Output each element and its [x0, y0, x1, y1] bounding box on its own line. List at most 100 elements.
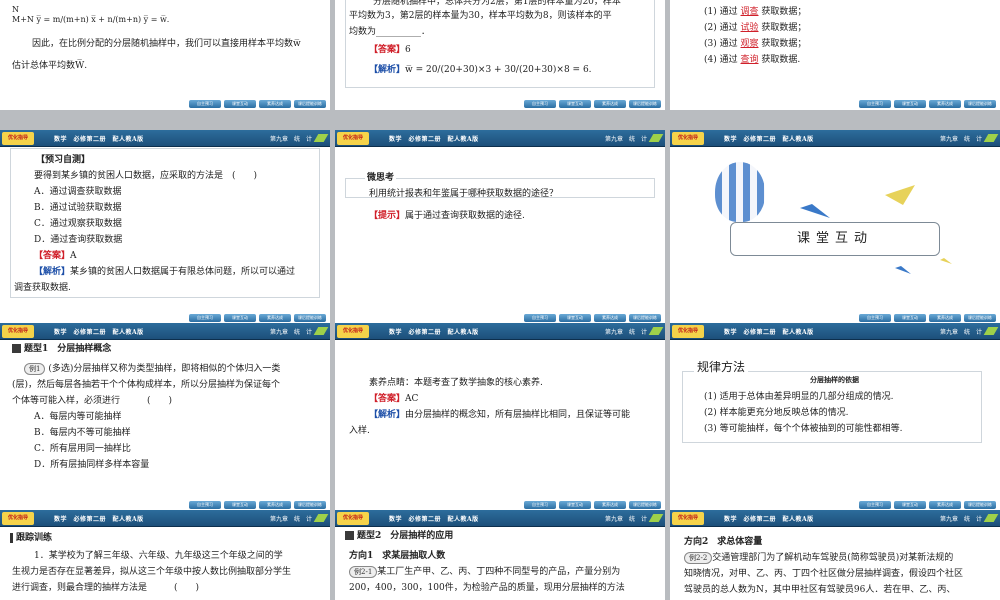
chapter-title: 第九章 统 计 — [604, 135, 647, 143]
nav-button-preview[interactable]: 自主预习 — [859, 314, 891, 322]
nav-button-preview[interactable]: 自主预习 — [524, 100, 556, 108]
slide-10: 优化指导 数学 必修第二册 配人教A版 第九章 统 计 跟踪训练 1．某学校为了… — [0, 510, 330, 600]
chapter-title: 第九章 统 计 — [604, 328, 647, 336]
brand-logo: 优化指导 — [2, 131, 34, 145]
nav-button-literacy[interactable]: 素养达成 — [594, 314, 626, 322]
nav-button-interact[interactable]: 课堂互动 — [224, 501, 256, 509]
pencil-icon — [983, 134, 999, 142]
option-d: D．通过查询获取数据 — [34, 235, 123, 245]
nav-button-training[interactable]: 课后提能训练 — [964, 100, 996, 108]
direction-title: 方向2 求总体容量 — [684, 537, 763, 547]
nav-button-training[interactable]: 课后提能训练 — [629, 100, 661, 108]
book-title: 数学 必修第二册 配人教A版 — [54, 515, 144, 523]
hint-line: 【提示】属于通过查询获取数据的途径. — [369, 211, 525, 221]
nav-button-preview[interactable]: 自主预习 — [189, 314, 221, 322]
question-line-1: 1．某学校为了解三年级、六年级、九年级这三个年级之间的学 — [34, 551, 283, 561]
explanation-line: 【解析】w̅ = 20/(20+30)×3 + 30/(20+30)×8 = 6… — [369, 65, 592, 75]
nav-button-training[interactable]: 课后提能训练 — [629, 501, 661, 509]
nav-button-preview[interactable]: 自主预习 — [189, 100, 221, 108]
slide-6: 优化指导 数学 必修第二册 配人教A版 第九章 统 计 课堂互动 自主预习 课堂… — [670, 130, 1000, 324]
paper-plane-icon — [800, 204, 830, 218]
nav-button-interact[interactable]: 课堂互动 — [559, 501, 591, 509]
nav-button-preview[interactable]: 自主预习 — [859, 501, 891, 509]
option-c: C．通过观察获取数据 — [34, 219, 122, 229]
slide-header: 优化指导 数学 必修第二册 配人教A版 第九章 统 计 — [335, 323, 665, 340]
explanation-line-2: 入样. — [349, 426, 370, 436]
book-title: 数学 必修第二册 配人教A版 — [724, 135, 814, 143]
nav-button-literacy[interactable]: 素养达成 — [259, 501, 291, 509]
nav-button-preview[interactable]: 自主预习 — [524, 314, 556, 322]
nav-button-interact[interactable]: 课堂互动 — [224, 100, 256, 108]
book-title: 数学 必修第二册 配人教A版 — [54, 328, 144, 336]
think-title: 微思考 — [365, 170, 397, 186]
slide-nav: 自主预习 课堂互动 素养达成 课后提能训练 — [524, 501, 661, 509]
slide-nav: 自主预习 课堂互动 素养达成 课后提能训练 — [189, 501, 326, 509]
pencil-icon — [983, 514, 999, 522]
nav-button-interact[interactable]: 课堂互动 — [894, 501, 926, 509]
brand-logo: 优化指导 — [337, 324, 369, 338]
slide-header: 优化指导 数学 必修第二册 配人教A版 第九章 统 计 — [335, 510, 665, 527]
nav-button-interact[interactable]: 课堂互动 — [224, 314, 256, 322]
chapter-title: 第九章 统 计 — [939, 328, 982, 336]
nav-button-training[interactable]: 课后提能训练 — [629, 314, 661, 322]
option-c: C．所有层用同一抽样比 — [34, 444, 131, 454]
nav-button-preview[interactable]: 自主预习 — [859, 100, 891, 108]
section-title: 跟踪训练 — [10, 530, 52, 546]
nav-button-training[interactable]: 课后提能训练 — [964, 501, 996, 509]
slide-nav: 自主预习 课堂互动 素养达成 课后提能训练 — [189, 314, 326, 322]
slide-11: 优化指导 数学 必修第二册 配人教A版 第九章 统 计 题型2 分层抽样的应用 … — [335, 510, 665, 600]
question-line-3: 驾驶员的总人数为N，其中甲社区有驾驶员96人．若在甲、乙、丙、 — [684, 585, 956, 595]
nav-button-preview[interactable]: 自主预习 — [189, 501, 221, 509]
brand-logo: 优化指导 — [672, 324, 704, 338]
method-item-1: (1) 适用于总体由差异明显的几部分组成的情况. — [704, 392, 894, 402]
slide-5: 优化指导 数学 必修第二册 配人教A版 第九章 统 计 微思考 利用统计报表和年… — [335, 130, 665, 324]
brand-logo: 优化指导 — [2, 324, 34, 338]
question-line-1: 平均数为3，第2层的样本量为30，样本平均数为8，则该样本的平 — [349, 11, 612, 21]
book-title: 数学 必修第二册 配人教A版 — [724, 515, 814, 523]
nav-button-interact[interactable]: 课堂互动 — [559, 100, 591, 108]
example-badge: 例2-2 — [684, 552, 713, 564]
slide-12: 优化指导 数学 必修第二册 配人教A版 第九章 统 计 方向2 求总体容量 例2… — [670, 510, 1000, 600]
method-item-4: (4) 通过 查询 获取数据. — [704, 55, 801, 65]
slide-nav: 自主预习 课堂互动 素养达成 课后提能训练 — [859, 314, 996, 322]
nav-button-training[interactable]: 课后提能训练 — [964, 314, 996, 322]
nav-button-literacy[interactable]: 素养达成 — [259, 314, 291, 322]
nav-button-literacy[interactable]: 素养达成 — [929, 501, 961, 509]
brand-logo: 优化指导 — [672, 131, 704, 145]
nav-button-interact[interactable]: 课堂互动 — [559, 314, 591, 322]
brand-logo: 优化指导 — [337, 131, 369, 145]
nav-button-interact[interactable]: 课堂互动 — [894, 314, 926, 322]
book-title: 数学 必修第二册 配人教A版 — [389, 515, 479, 523]
triangle-marker-icon — [345, 531, 354, 540]
question-line-2: 生视力是否存在显著差异，拟从这三个年级中按人数比例抽取部分学生 — [12, 567, 292, 577]
slide-nav: 自主预习 课堂互动 素养达成 课后提能训练 — [524, 100, 661, 108]
nav-button-interact[interactable]: 课堂互动 — [894, 100, 926, 108]
hot-air-balloon-icon — [715, 162, 765, 222]
pencil-icon — [313, 134, 329, 142]
nav-button-preview[interactable]: 自主预习 — [524, 501, 556, 509]
nav-button-training[interactable]: 课后提能训练 — [294, 314, 326, 322]
option-d: D．所有层抽同样多样本容量 — [34, 460, 150, 470]
slide-nav: 自主预习 课堂互动 素养达成 课后提能训练 — [189, 100, 326, 108]
book-title: 数学 必修第二册 配人教A版 — [389, 328, 479, 336]
nav-button-training[interactable]: 课后提能训练 — [294, 100, 326, 108]
nav-button-training[interactable]: 课后提能训练 — [294, 501, 326, 509]
nav-button-literacy[interactable]: 素养达成 — [929, 314, 961, 322]
nav-button-literacy[interactable]: 素养达成 — [259, 100, 291, 108]
explanation-line-2: 调查获取数据. — [14, 283, 71, 293]
question-line-2: 200，400，300，100件，为检验产品的质量，现用分层抽样的方法 — [349, 583, 625, 593]
slide-3: (1) 通过 调查 获取数据； (2) 通过 试验 获取数据； (3) 通过 观… — [670, 0, 1000, 110]
pencil-icon — [648, 514, 664, 522]
slide-header: 优化指导 数学 必修第二册 配人教A版 第九章 统 计 — [335, 130, 665, 147]
question-line-3: 个体等可能入样，必须进行 ( ) — [12, 396, 173, 406]
question-line-3: 进行调查，则最合理的抽样方法是 ( ) — [12, 583, 200, 593]
nav-button-literacy[interactable]: 素养达成 — [594, 501, 626, 509]
slide-header: 优化指导 数学 必修第二册 配人教A版 第九章 统 计 — [0, 510, 330, 527]
triangle-marker-icon — [12, 344, 21, 353]
slide-9: 优化指导 数学 必修第二册 配人教A版 第九章 统 计 规律方法 分层抽样的依据… — [670, 323, 1000, 511]
book-title: 数学 必修第二册 配人教A版 — [54, 135, 144, 143]
paper-plane-icon — [940, 258, 952, 264]
question-line-1: 例2-2 交通管理部门为了解机动车驾驶员(简称驾驶员)对某新法规的 — [684, 550, 953, 566]
nav-button-literacy[interactable]: 素养达成 — [594, 100, 626, 108]
nav-button-literacy[interactable]: 素养达成 — [929, 100, 961, 108]
